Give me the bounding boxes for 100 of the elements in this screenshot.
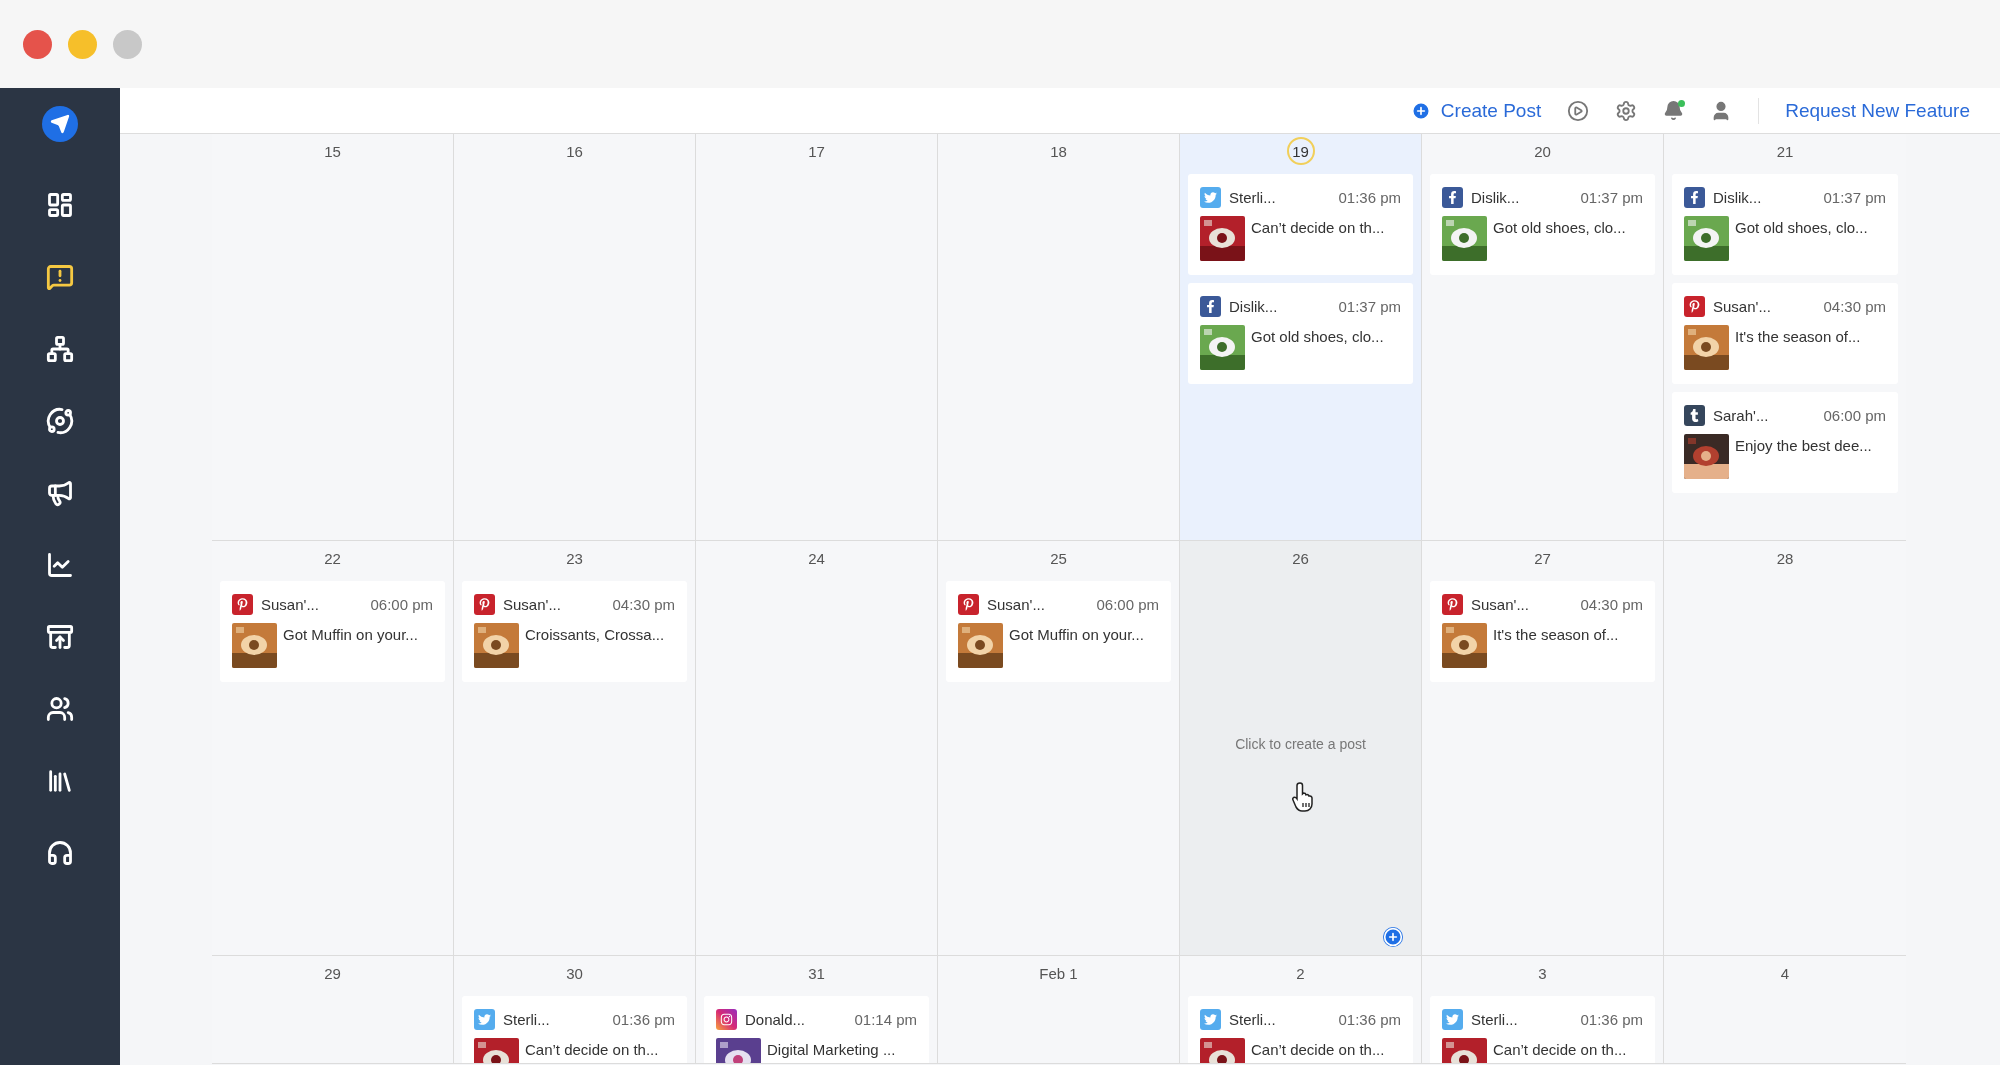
post-time: 04:30 pm <box>1823 298 1886 315</box>
post-time: 01:36 pm <box>1338 1011 1401 1028</box>
day-cell[interactable]: 30 Sterli... 01:36 pm Can’t decide on th... <box>454 956 696 1064</box>
orbit-icon <box>46 407 74 435</box>
day-cell[interactable]: 3 Sterli... 01:36 pm Can’t decide on th... <box>1422 956 1664 1064</box>
post-card[interactable]: Dislik... 01:37 pm Got old shoes, clo... <box>1188 283 1413 384</box>
post-time: 04:30 pm <box>612 596 675 613</box>
pinterest-icon <box>958 594 979 615</box>
post-text: Enjoy the best dee... <box>1735 436 1872 454</box>
post-card[interactable]: Sterli... 01:36 pm Can’t decide on th... <box>1188 174 1413 275</box>
post-text: It's the season of... <box>1493 625 1619 643</box>
post-text: Got old shoes, clo... <box>1735 218 1868 236</box>
post-card[interactable]: Susan'... 06:00 pm Got Muffin on your... <box>220 581 445 682</box>
create-post-label: Create Post <box>1440 99 1542 122</box>
post-time: 01:37 pm <box>1338 298 1401 315</box>
account-name: Sterli... <box>1471 1011 1519 1028</box>
day-cell[interactable]: 22 Susan'... 06:00 pm Got Muffin on your... <box>212 541 454 956</box>
account-name: Susan'... <box>503 596 562 613</box>
day-number: 24 <box>808 549 825 567</box>
day-number: 4 <box>1780 964 1790 982</box>
day-number: 18 <box>1050 142 1067 160</box>
day-cell[interactable]: 23 Susan'... 04:30 pm Croissants, Crossa... <box>454 541 696 956</box>
post-card[interactable]: Dislik... 01:37 pm Got old shoes, clo... <box>1672 174 1898 275</box>
app-logo[interactable] <box>42 106 78 142</box>
post-time: 01:37 pm <box>1580 189 1643 206</box>
account-name: Susan'... <box>987 596 1046 613</box>
day-cell[interactable]: 31 Donald... 01:14 pm Digital Marketing ... <box>696 956 938 1064</box>
post-text: Can’t decide on th... <box>525 1040 659 1058</box>
account-name: Susan'... <box>261 596 320 613</box>
bird-icon <box>1442 1009 1463 1030</box>
pinterest-icon <box>1442 594 1463 615</box>
day-number: 30 <box>566 964 583 982</box>
bell-icon[interactable] <box>1663 100 1685 121</box>
post-card[interactable]: Sterli... 01:36 pm Can’t decide on th... <box>1430 996 1655 1063</box>
post-time: 06:00 pm <box>370 596 433 613</box>
day-cell[interactable]: 17 <box>696 134 938 541</box>
post-time: 01:14 pm <box>854 1011 917 1028</box>
plus-icon <box>1410 100 1431 121</box>
post-card[interactable]: Susan'... 04:30 pm Croissants, Crossa... <box>462 581 687 682</box>
day-number: 2 <box>1296 964 1305 982</box>
bird-icon <box>1200 1009 1221 1030</box>
day-cell[interactable]: 18 <box>938 134 1180 541</box>
account-name: Dislik... <box>1229 298 1279 315</box>
account-name: Susan'... <box>1471 596 1530 613</box>
day-number: 23 <box>566 549 583 567</box>
day-number: 3 <box>1538 964 1547 982</box>
post-text: Got old shoes, clo... <box>1251 327 1384 345</box>
post-text: Can’t decide on th... <box>1493 1040 1627 1058</box>
post-text: Can’t decide on th... <box>1251 1040 1385 1058</box>
day-cell[interactable]: 15 <box>212 134 454 541</box>
post-card[interactable]: Susan'... 04:30 pm It's the season of... <box>1672 283 1898 384</box>
day-cell[interactable]: 2 Sterli... 01:36 pm Can’t decide on th... <box>1180 956 1422 1064</box>
pinterest-icon <box>232 594 253 615</box>
post-card[interactable]: Donald... 01:14 pm Digital Marketing ... <box>704 996 929 1063</box>
day-cell[interactable]: 24 <box>696 541 938 956</box>
post-text: Got old shoes, clo... <box>1493 218 1626 236</box>
day-number: 28 <box>1776 549 1794 567</box>
add-post-button[interactable] <box>1383 927 1403 947</box>
post-time: 06:00 pm <box>1823 407 1886 424</box>
day-cell[interactable]: 19 Sterli... 01:36 pm Can’t decide on th... Dislik... 01:37 pm Got old shoes, clo... <box>1180 134 1422 541</box>
account-name: Dislik... <box>1471 189 1521 206</box>
post-card[interactable]: Sterli... 01:36 pm Can’t decide on th... <box>462 996 687 1063</box>
pinterest-icon <box>474 594 495 615</box>
bird-icon <box>474 1009 495 1030</box>
create-post-button[interactable]: Create Post <box>1410 99 1542 122</box>
account-name: Donald... <box>745 1011 807 1028</box>
day-cell[interactable]: 20 Dislik... 01:37 pm Got old shoes, clo... <box>1422 134 1664 541</box>
post-time: 01:37 pm <box>1823 189 1886 206</box>
post-card[interactable]: Dislik... 01:37 pm Got old shoes, clo... <box>1430 174 1655 275</box>
create-post-hint: Click to create a post <box>1234 736 1367 752</box>
bird-icon <box>1200 187 1221 208</box>
post-card[interactable]: Susan'... 04:30 pm It's the season of... <box>1430 581 1655 682</box>
post-text: Got Muffin on your... <box>1009 625 1144 643</box>
day-number: 25 <box>1050 549 1067 567</box>
chart-icon <box>46 551 74 579</box>
day-number: 21 <box>1776 142 1794 160</box>
play-icon[interactable] <box>1567 99 1590 122</box>
post-text: Can’t decide on th... <box>1251 218 1385 236</box>
day-number: 27 <box>1534 549 1551 567</box>
day-number: 19 <box>1286 137 1315 165</box>
facebook-icon <box>1200 296 1221 317</box>
post-card[interactable]: Sterli... 01:36 pm Can’t decide on th... <box>1188 996 1413 1063</box>
megaphone-icon <box>46 479 74 507</box>
request-feature-link[interactable]: Request New Feature <box>1785 99 1970 122</box>
paper-plane-icon <box>50 114 70 134</box>
day-cell[interactable]: Feb 1 <box>938 956 1180 1064</box>
day-cell[interactable]: 26 Click to create a post <box>1180 541 1422 956</box>
settings-icon[interactable] <box>1615 99 1638 122</box>
post-text: Croissants, Crossa... <box>525 625 665 643</box>
day-cell[interactable]: 25 Susan'... 06:00 pm Got Muffin on your... <box>938 541 1180 956</box>
day-cell[interactable]: 29 <box>212 956 454 1064</box>
day-number: 16 <box>566 142 583 160</box>
day-cell[interactable]: 27 Susan'... 04:30 pm It's the season of... <box>1422 541 1664 956</box>
day-cell[interactable]: 16 <box>454 134 696 541</box>
post-card[interactable]: Sarah'... 06:00 pm Enjoy the best dee... <box>1672 392 1898 493</box>
inbox-icon <box>46 623 74 651</box>
post-card[interactable]: Susan'... 06:00 pm Got Muffin on your... <box>946 581 1171 682</box>
day-number: 29 <box>324 964 341 982</box>
close-window-button[interactable] <box>23 29 52 59</box>
account-name: Dislik... <box>1713 189 1763 206</box>
